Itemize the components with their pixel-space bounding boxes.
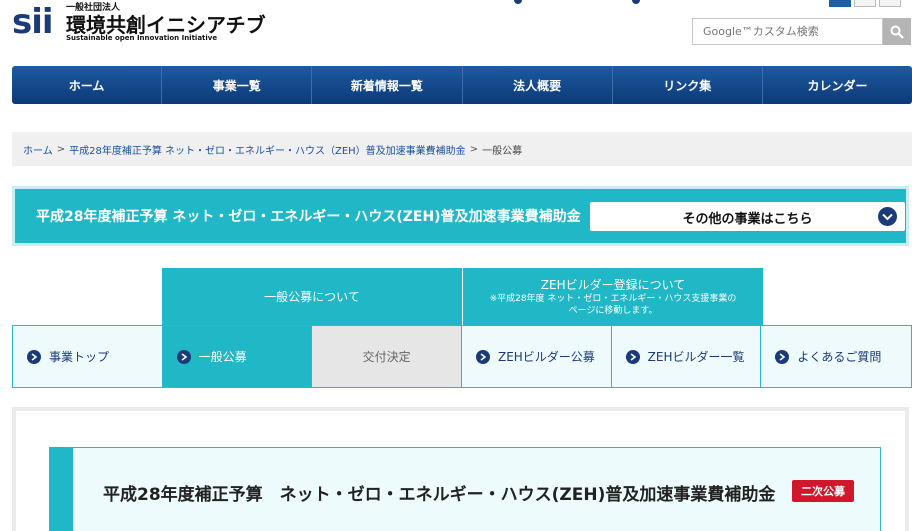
gnav-item-calendar[interactable]: カレンダー [763,66,912,104]
other-programs-label: その他の事業はこちら [682,212,813,227]
search-field[interactable] [692,18,883,45]
breadcrumb-separator: > [56,143,66,155]
other-programs-dropdown[interactable]: その他の事業はこちら [590,202,905,231]
breadcrumb: ホーム > 平成28年度補正予算 ネット・ゼロ・エネルギー・ハウス（ZEH）普及… [12,132,912,166]
tab-builder-note: ページに移動します。 [568,306,658,316]
section-title-panel: 平成28年度補正予算 ネット・ゼロ・エネルギー・ハウス(ZEH)普及加速事業費補… [49,447,881,531]
breadcrumb-program[interactable]: 平成28年度補正予算 ネット・ゼロ・エネルギー・ハウス（ZEH）普及加速事業費補… [69,142,466,157]
logo-subtitle: Sustainable open Innovation Initiative [66,34,218,42]
arrow-right-icon [775,349,790,364]
subnav-label: ZEHビルダー公募 [497,350,595,364]
global-nav: ホーム 事業一覧 新着情報一覧 法人概要 リンク集 カレンダー [12,66,912,104]
tab-builder-registration[interactable]: ZEHビルダー登録について ※平成28年度 ネット・ゼロ・エネルギー・ハウス支援… [463,268,763,325]
breadcrumb-home[interactable]: ホーム [23,142,53,157]
utility-bullet-icon [514,0,522,4]
gnav-item-home[interactable]: ホーム [12,66,163,104]
subnav-label: 一般公募 [198,350,247,364]
page: sii 一般社団法人 環境共創イニシアチブ Sustainable open I… [0,0,912,531]
subnav-label: よくあるご質問 [797,350,882,364]
subnav-item-builder-call[interactable]: ZEHビルダー公募 [461,326,612,387]
gnav-item-programs[interactable]: 事業一覧 [162,66,313,104]
subnav-label: ZEHビルダー一覧 [647,350,745,364]
search-icon [890,25,904,39]
subnav-item-faq[interactable]: よくあるご質問 [761,326,911,387]
subnav-label: 事業トップ [49,350,110,364]
font-size-medium-button[interactable] [854,0,876,7]
arrow-right-icon [475,349,490,364]
utility-bullet-icon [632,0,640,4]
top-utility-links[interactable] [514,0,654,4]
arrow-right-icon [176,349,191,364]
program-banner: 平成28年度補正予算 ネット・ゼロ・エネルギー・ハウス(ZEH)普及加速事業費補… [12,186,909,246]
gnav-item-about[interactable]: 法人概要 [463,66,613,104]
chevron-down-icon [878,207,897,226]
logo-mark: sii [12,2,54,42]
gnav-item-links[interactable]: リンク集 [613,66,763,104]
subnav-item-builder-list[interactable]: ZEHビルダー一覧 [611,326,762,387]
subnav-item-program-top[interactable]: 事業トップ [13,326,163,387]
main-content: 平成28年度補正予算 ネット・ゼロ・エネルギー・ハウス(ZEH)普及加速事業費補… [12,407,909,531]
breadcrumb-current: 一般公募 [482,145,523,157]
subnav-label: 交付決定 [362,350,411,364]
tab-general-about-label: 一般公募について [264,290,360,304]
font-size-switcher[interactable] [829,0,901,7]
tab-builder-registration-label: ZEHビルダー登録について [540,278,686,292]
subnav-item-grant-decision: 交付決定 [312,326,462,387]
program-title: 平成28年度補正予算 ネット・ゼロ・エネルギー・ハウス(ZEH)普及加速事業費補… [36,209,581,225]
breadcrumb-separator: > [469,143,479,155]
tab-general-about[interactable]: 一般公募について [162,268,462,325]
subnav-item-general-call[interactable]: 一般公募 [162,326,313,387]
program-sub-nav: 事業トップ 一般公募 交付決定 ZEHビルダー公募 ZEHビルダー一覧 よくある… [12,325,912,388]
arrow-right-icon [625,349,640,364]
search-button[interactable] [883,18,911,45]
font-size-small-button[interactable] [829,0,851,7]
tab-builder-note: ※平成28年度 ネット・ゼロ・エネルギー・ハウス支援事業の [489,294,737,304]
gnav-item-news[interactable]: 新着情報一覧 [312,66,463,104]
font-size-large-button[interactable] [879,0,901,7]
search-input[interactable] [693,19,882,44]
status-badge: 二次公募 [792,480,854,502]
arrow-right-icon [27,349,41,364]
section-title: 平成28年度補正予算 ネット・ゼロ・エネルギー・ハウス(ZEH)普及加速事業費補… [103,485,776,505]
